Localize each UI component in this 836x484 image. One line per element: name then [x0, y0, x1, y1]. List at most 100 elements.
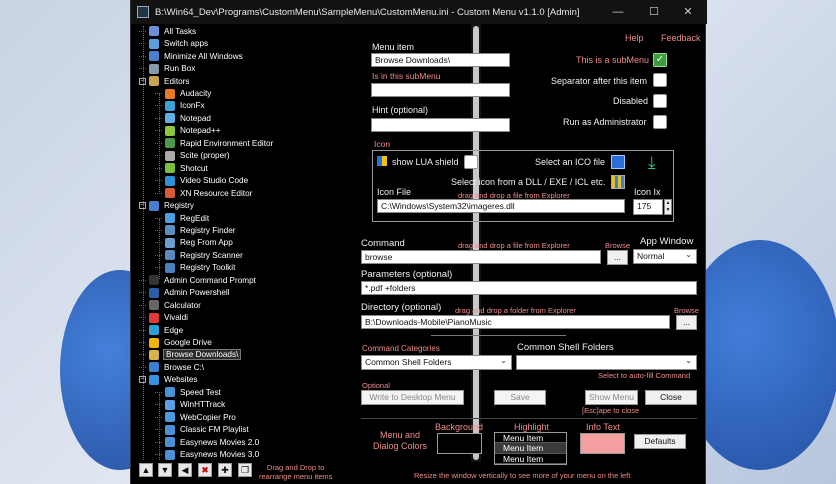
tree-item[interactable]: Google Drive [139, 336, 212, 349]
tree-item[interactable]: Vivaldi [139, 311, 188, 324]
separator-checkbox[interactable] [653, 73, 667, 87]
app-icon [149, 51, 159, 62]
submenu-input[interactable] [371, 83, 510, 97]
disabled-checkbox[interactable] [653, 94, 667, 108]
background-color-swatch[interactable] [437, 433, 482, 454]
tree-item[interactable]: XN Resource Editor [155, 187, 252, 200]
app-icon [165, 138, 175, 149]
tree-item[interactable]: Notepad++ [155, 125, 221, 138]
move-up-button[interactable]: ▲ [139, 463, 153, 477]
feedback-link[interactable]: Feedback [661, 33, 701, 43]
command-input[interactable]: browse [361, 250, 601, 264]
tree-item[interactable]: Switch apps [139, 37, 208, 50]
directory-browse-button[interactable]: ... [676, 315, 697, 330]
tree-item-label: Registry Scanner [180, 250, 243, 260]
icon-index-input[interactable]: 175 [633, 199, 663, 215]
copy-item-button[interactable]: ❐ [238, 463, 252, 477]
lua-shield-checkbox[interactable] [464, 155, 478, 169]
app-icon [149, 287, 159, 298]
show-menu-button[interactable]: Show Menu [585, 390, 638, 405]
info-text-color-swatch[interactable] [580, 433, 625, 454]
colors-label: Menu and Dialog Colors [373, 430, 428, 451]
defaults-button[interactable]: Defaults [634, 434, 686, 449]
highlight-preview[interactable]: Menu Item Menu Item Menu Item [494, 432, 567, 465]
tree-item-label: IconFx [180, 101, 205, 111]
tree-item[interactable]: Admin Command Prompt [139, 274, 256, 287]
tree-item[interactable]: Shotcut [155, 162, 208, 175]
tree-item[interactable]: WebCopier Pro [155, 411, 236, 424]
tree-item[interactable]: Audacity [155, 87, 211, 100]
parameters-input[interactable]: *.pdf +folders [361, 281, 697, 295]
delete-item-button[interactable]: ✖ [198, 463, 212, 477]
tree-item[interactable]: Video Studio Code [155, 174, 248, 187]
app-window-select[interactable]: Normal ⌄ [633, 249, 697, 264]
write-desktop-button[interactable]: Write to Desktop Menu [361, 390, 464, 405]
app-icon [165, 150, 175, 161]
add-item-button[interactable]: ✚ [218, 463, 232, 477]
tree-item[interactable]: Notepad [155, 112, 211, 125]
minimize-button[interactable]: — [607, 4, 629, 20]
shell-folders-select[interactable]: ⌄ [516, 355, 697, 370]
command-categories-value: Common Shell Folders [365, 357, 452, 367]
app-icon [149, 275, 159, 286]
tree-item[interactable]: Easynews Movies 3.0 [155, 448, 259, 460]
shield-icon [377, 156, 387, 166]
tree-item[interactable]: Minimize All Windows [139, 50, 243, 63]
save-button[interactable]: Save [494, 390, 546, 405]
close-window-button[interactable]: ✕ [677, 4, 699, 20]
tree-item-label: XN Resource Editor [180, 188, 253, 198]
close-button[interactable]: Close [645, 390, 697, 405]
app-window-label: App Window [640, 236, 694, 247]
menu-item-input[interactable]: Browse Downloads\ [371, 53, 510, 67]
directory-drag-hint: drag and drop a folder from Explorer [455, 306, 576, 315]
is-submenu-checkbox[interactable]: ✓ [653, 53, 667, 67]
tree-item[interactable]: − Websites [139, 374, 198, 387]
run-admin-label: Run as Administrator [563, 117, 647, 127]
app-icon [165, 387, 175, 398]
ico-file-picker-icon[interactable] [611, 155, 625, 169]
tree-item[interactable]: Run Box [139, 62, 195, 75]
select-dll-label: Select icon from a DLL / EXE / ICL etc. [451, 177, 606, 187]
tree-item[interactable]: Edge [139, 324, 183, 337]
tree-item[interactable]: All Tasks [139, 25, 196, 38]
hint-input[interactable] [371, 118, 510, 132]
help-link[interactable]: Help [625, 33, 644, 43]
icon-file-input[interactable]: C:\Windows\System32\imageres.dll [377, 199, 625, 213]
dll-icon-picker-icon[interactable] [611, 175, 625, 189]
tree-item[interactable]: IconFx [155, 100, 205, 113]
tree-item[interactable]: Rapid Environment Editor [155, 137, 273, 150]
directory-input[interactable]: B:\Downloads-Mobile\PianoMusic [361, 315, 670, 329]
tree-item-label: Registry [164, 201, 195, 211]
tree-item[interactable]: RegEdit [155, 212, 209, 225]
tree-item[interactable]: Calculator [139, 299, 201, 312]
tree-item[interactable]: Registry Finder [155, 224, 236, 237]
icon-group-label: Icon [374, 139, 391, 149]
tree-item-label: Run Box [164, 64, 196, 74]
tree-item[interactable]: Speed Test [155, 386, 221, 399]
chevron-down-icon: ⌄ [685, 356, 692, 365]
tree-item[interactable]: Registry Scanner [155, 249, 243, 262]
tree-item[interactable]: Classic FM Playlist [155, 423, 249, 436]
command-browse-button[interactable]: ... [607, 250, 628, 265]
tree-item[interactable]: Registry Toolkit [155, 262, 235, 275]
command-drag-hint: drag and drop a file from Explorer [458, 241, 570, 250]
tree-item[interactable]: − Registry [139, 199, 194, 212]
move-down-button[interactable]: ▼ [158, 463, 172, 477]
tree-item[interactable]: WinHTTrack [155, 399, 225, 412]
tree-guide-line [143, 26, 144, 460]
run-admin-checkbox[interactable] [653, 115, 667, 129]
move-left-button[interactable]: ◀ [178, 463, 192, 477]
tree-item[interactable]: Easynews Movies 2.0 [155, 436, 259, 449]
tree-item[interactable]: Browse C:\ [139, 361, 204, 374]
command-categories-select[interactable]: Common Shell Folders ⌄ [361, 355, 512, 370]
tree-item[interactable]: − Editors [139, 75, 189, 88]
tree-item[interactable]: Scite (proper) [155, 150, 230, 163]
tree-item[interactable]: Browse Downloads\ [139, 349, 242, 362]
maximize-button[interactable]: ☐ [643, 4, 665, 20]
tree-item[interactable]: Reg From App [155, 237, 233, 250]
command-categories-label: Command Categories [362, 344, 440, 353]
app-icon [165, 100, 175, 111]
tree-item-label: Edge [164, 325, 184, 335]
icon-index-spinner[interactable]: ▲ ▼ [664, 199, 672, 215]
tree-item[interactable]: Admin Powershell [139, 286, 230, 299]
